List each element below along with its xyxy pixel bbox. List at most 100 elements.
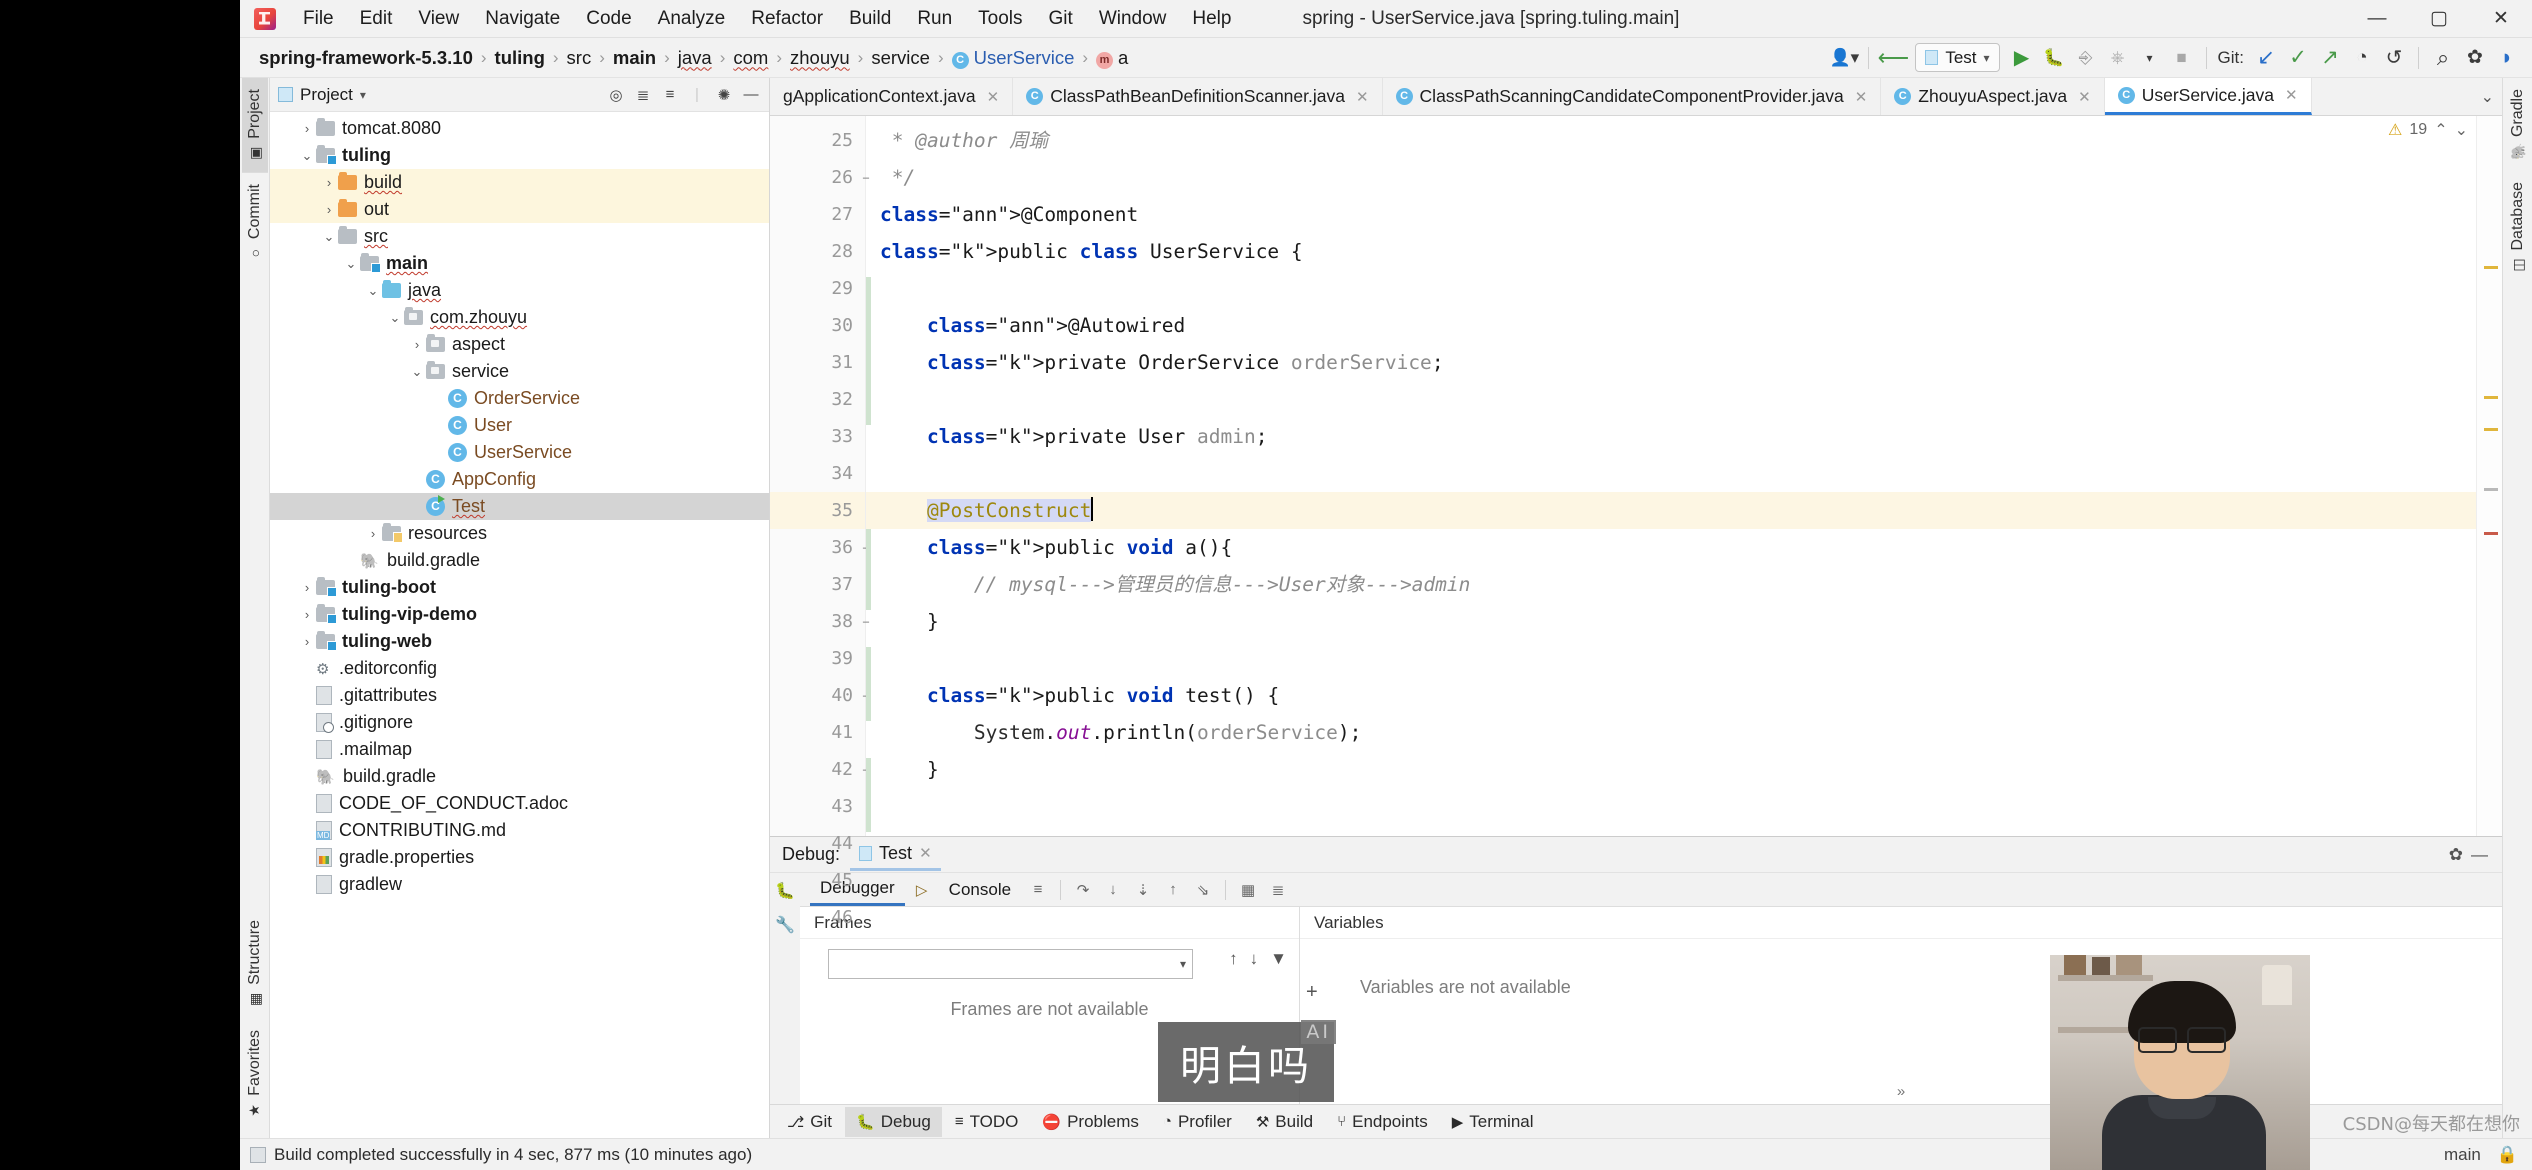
breadcrumb-item-spring-framework-5-3-10[interactable]: spring-framework-5.3.10 [254, 45, 478, 71]
tree-node[interactable]: › tomcat.8080 [270, 115, 769, 142]
chevron-right-icon[interactable]: › [298, 607, 316, 622]
run-to-cursor-icon[interactable]: ⇘ [1190, 878, 1216, 902]
maximize-button[interactable]: ▢ [2408, 0, 2470, 38]
code-line[interactable]: } [866, 603, 2476, 640]
tree-node[interactable]: › CODE_OF_CONDUCT.adoc [270, 790, 769, 817]
chevron-right-icon[interactable]: › [298, 715, 316, 730]
profile-dropdown-icon[interactable]: ▾ [2135, 43, 2165, 73]
tree-node[interactable]: › aspect [270, 331, 769, 358]
bottom-tab-git[interactable]: ⎇ Git [776, 1107, 843, 1137]
editor-gutter[interactable]: 25 26− 27 28 29 30 31 32 33 34 35 36− 37 38− 39 40− 41 42… [770, 116, 870, 928]
frame-up-icon[interactable]: ↑ [1229, 949, 1238, 969]
editor-tab[interactable]: gApplicationContext.java ✕ [770, 78, 1014, 115]
gutter-line[interactable]: 25 [770, 122, 865, 159]
code-line[interactable]: System.out.println(orderService); [866, 714, 2476, 751]
gutter-line[interactable]: 46 [770, 899, 865, 936]
tree-node[interactable]: › tuling-web [270, 628, 769, 655]
code-line[interactable]: } [866, 751, 2476, 788]
menu-item-edit[interactable]: Edit [347, 4, 406, 34]
code-line[interactable] [866, 455, 2476, 492]
add-watch-icon[interactable]: + [1306, 981, 1318, 1004]
menu-item-file[interactable]: File [290, 4, 347, 34]
tree-node[interactable]: ›C UserService [270, 439, 769, 466]
layout-icon[interactable]: ≡ [1025, 878, 1051, 902]
lock-icon[interactable]: 🔒 [2497, 1145, 2518, 1165]
tree-node[interactable]: › out [270, 196, 769, 223]
user-settings-icon[interactable]: 👤▾ [1829, 43, 1859, 73]
tree-node[interactable]: › .mailmap [270, 736, 769, 763]
gutter-line[interactable]: 37 [770, 566, 865, 603]
gutter-line[interactable]: 40− [770, 677, 869, 714]
code-line[interactable]: class="ann">@Autowired [866, 307, 2476, 344]
tree-node[interactable]: ⌄ service [270, 358, 769, 385]
chevron-down-icon[interactable]: ⌄ [298, 148, 316, 164]
tree-node[interactable]: › tuling-boot [270, 574, 769, 601]
close-icon[interactable]: ✕ [2078, 88, 2091, 106]
gutter-line[interactable]: 39 [770, 640, 865, 677]
run-button[interactable]: ▶ [2007, 43, 2037, 73]
chevron-right-icon[interactable]: › [298, 580, 316, 595]
chevron-right-icon[interactable]: › [298, 688, 316, 703]
breadcrumb-item-service[interactable]: service [866, 45, 935, 71]
menu-item-tools[interactable]: Tools [965, 4, 1035, 34]
chevron-right-icon[interactable]: › [298, 823, 316, 838]
close-icon[interactable]: ✕ [1855, 88, 1868, 106]
evaluate-expression-icon[interactable]: ▦ [1235, 878, 1261, 902]
menu-item-window[interactable]: Window [1086, 4, 1180, 34]
sidebar-item-structure[interactable]: ▦ Structure [242, 909, 268, 1019]
breadcrumb-item-src[interactable]: src [562, 45, 597, 71]
tree-node[interactable]: ›CTest [270, 493, 769, 520]
tree-node[interactable]: ›⚙ .editorconfig [270, 655, 769, 682]
thread-selector[interactable]: ▾ [828, 949, 1193, 979]
gutter-line[interactable]: 29 [770, 270, 865, 307]
gutter-line[interactable]: 42− [770, 751, 869, 788]
code-line[interactable]: class="k">private OrderService orderServ… [866, 344, 2476, 381]
chevron-down-icon[interactable]: ⌄ [342, 256, 360, 272]
breadcrumb-item-userservice[interactable]: C UserService [947, 45, 1080, 71]
menu-item-navigate[interactable]: Navigate [472, 4, 573, 34]
bottom-tab-debug[interactable]: 🐛 Debug [845, 1106, 942, 1137]
gutter-line[interactable]: 38− [770, 603, 869, 640]
chevron-right-icon[interactable]: › [298, 121, 316, 136]
code-line[interactable]: class="k">private User admin; [866, 418, 2476, 455]
search-icon[interactable]: ⌕ [2428, 43, 2458, 73]
menu-item-git[interactable]: Git [1036, 4, 1086, 34]
bottom-tab-todo[interactable]: ≡ TODO [944, 1107, 1030, 1137]
tree-node[interactable]: › CONTRIBUTING.md [270, 817, 769, 844]
git-push-icon[interactable]: ↗ [2315, 43, 2345, 73]
tree-node[interactable]: › gradle.properties [270, 844, 769, 871]
debug-minimize-icon[interactable]: — [2471, 845, 2488, 865]
chevron-right-icon[interactable]: › [408, 499, 426, 514]
theme-toggle-icon[interactable]: ◗ [2492, 43, 2522, 73]
run-with-coverage-button[interactable]: ⎆ [2071, 43, 2101, 73]
chevron-right-icon[interactable]: › [298, 661, 316, 676]
chevron-right-icon[interactable]: › [342, 553, 360, 568]
sidebar-item-favorites[interactable]: ★ Favorites [242, 1019, 268, 1130]
chevron-right-icon[interactable]: › [298, 796, 316, 811]
sidebar-item-gradle[interactable]: 🐘 Gradle [2505, 78, 2531, 171]
bottom-tab-terminal[interactable]: ▶ Terminal [1441, 1107, 1545, 1137]
tree-node[interactable]: › build [270, 169, 769, 196]
bottom-tab-build[interactable]: ⚒ Build [1245, 1107, 1324, 1137]
tree-node[interactable]: ›C User [270, 412, 769, 439]
git-rollback-icon[interactable]: ↺ [2379, 43, 2409, 73]
chevron-right-icon[interactable]: › [430, 391, 448, 406]
gutter-line[interactable]: 44 [770, 825, 865, 862]
gutter-line[interactable]: 31 [770, 344, 865, 381]
project-view-dropdown-icon[interactable]: ▾ [360, 88, 366, 102]
menu-item-build[interactable]: Build [836, 4, 904, 34]
tree-node[interactable]: ›C AppConfig [270, 466, 769, 493]
back-arrow-icon[interactable]: ⟵ [1878, 43, 1910, 73]
chevron-right-icon[interactable]: › [430, 418, 448, 433]
tree-node[interactable]: › tuling-vip-demo [270, 601, 769, 628]
code-line[interactable]: class="k">public class UserService { [866, 233, 2476, 270]
git-history-icon[interactable]: ◔ [2347, 43, 2377, 73]
gutter-line[interactable]: 43 [770, 788, 865, 825]
menu-item-analyze[interactable]: Analyze [645, 4, 739, 34]
menu-item-view[interactable]: View [405, 4, 472, 34]
debug-settings-gear-icon[interactable]: ✿ [2449, 845, 2463, 865]
git-update-icon[interactable]: ↙ [2251, 43, 2281, 73]
locate-icon[interactable]: ◎ [604, 83, 628, 107]
code-line[interactable]: class="ann">@Component [866, 196, 2476, 233]
breadcrumb-item-main[interactable]: main [608, 45, 661, 71]
